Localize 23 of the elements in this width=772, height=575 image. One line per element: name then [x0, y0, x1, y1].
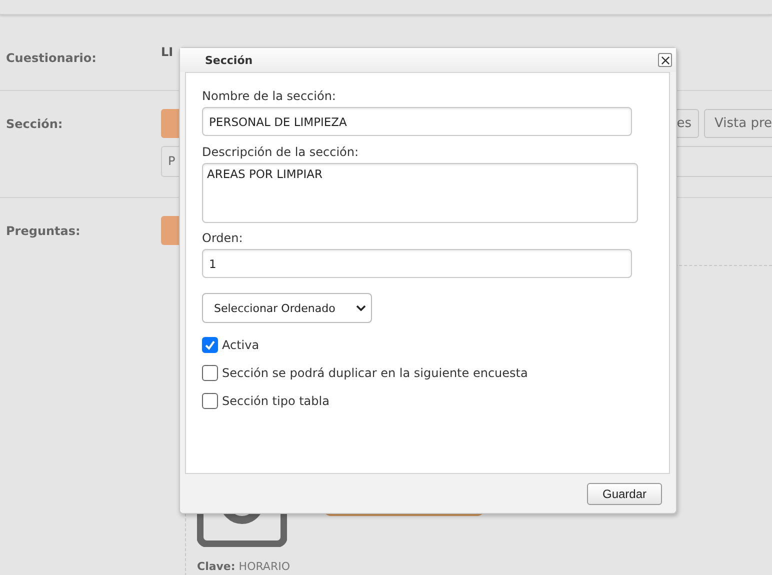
- checkbox-label: Activa: [222, 338, 260, 352]
- checkbox-label: Sección tipo tabla: [222, 394, 330, 408]
- checkbox[interactable]: [202, 337, 218, 353]
- checkbox[interactable]: [202, 393, 218, 409]
- order-select[interactable]: Seleccionar Ordenado: [202, 293, 372, 323]
- text-field[interactable]: PERSONAL DE LIMPIEZA: [202, 107, 632, 136]
- field-label: Nombre de la sección:: [202, 89, 336, 103]
- field-label: Orden:: [202, 231, 243, 245]
- dialog-title: Sección: [205, 54, 253, 66]
- row-label: Preguntas:: [5, 223, 82, 240]
- toolbar-button[interactable]: Vista pre: [704, 109, 772, 138]
- chevron-icon: [356, 305, 366, 311]
- questionnaire-name: LI: [161, 44, 174, 59]
- checkbox[interactable]: [202, 365, 218, 381]
- question-key: Clave: HORARIO: [197, 560, 290, 573]
- text-field[interactable]: 1: [202, 249, 632, 278]
- save-button[interactable]: Guardar: [587, 482, 662, 504]
- close-button[interactable]: [658, 53, 672, 67]
- row-label: Cuestionario:: [5, 50, 98, 67]
- checkbox-label: Sección se podrá duplicar en la siguiente encuesta: [222, 366, 528, 380]
- description-field[interactable]: AREAS POR LIMPIAR: [202, 163, 638, 223]
- field-label: Descripción de la sección:: [202, 145, 359, 159]
- row-label: Sección:: [5, 116, 64, 133]
